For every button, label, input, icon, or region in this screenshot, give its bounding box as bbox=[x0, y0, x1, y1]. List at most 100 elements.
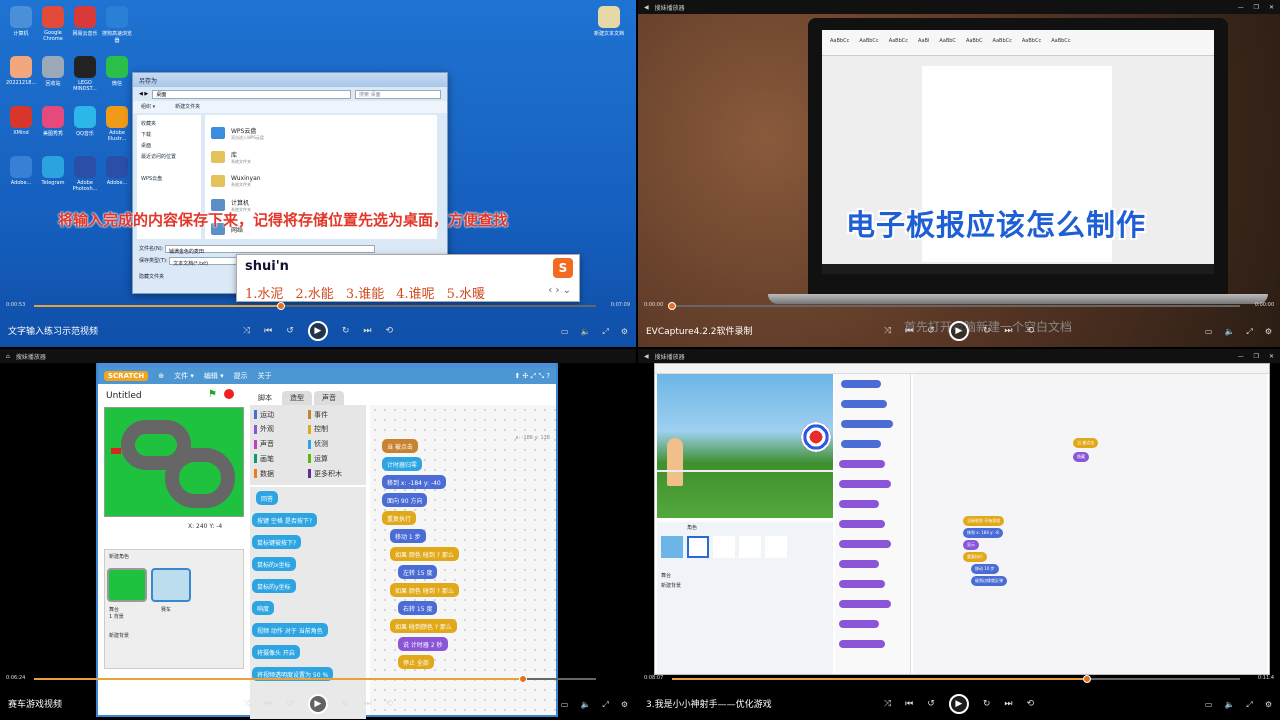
tab-sounds[interactable]: 声音 bbox=[314, 391, 344, 405]
search-input[interactable]: 搜索 桌面 bbox=[355, 89, 441, 99]
volume-icon[interactable]: 🔈 bbox=[580, 327, 590, 337]
script-area[interactable]: x: -186 y: 138 当 被点击 计时器归零 移到 x: -184 y: -… bbox=[370, 405, 556, 715]
block-category[interactable]: 声音 bbox=[254, 439, 308, 450]
script-block[interactable]: 面向 90 方向 bbox=[382, 493, 428, 507]
bow-thumb[interactable] bbox=[765, 536, 787, 558]
desktop-icon[interactable]: Telegram bbox=[38, 156, 68, 186]
progress-bar[interactable] bbox=[34, 675, 596, 683]
video-panel-archery[interactable]: ◀ 搜妹播放器 — ❐ ✕ 角色 舞台 新建背景 复制删除添加注释帮助renam… bbox=[638, 349, 1280, 720]
video-panel-racing[interactable]: ⌂ 搜妹播放器 Scratch 2 Offline Editor SCRATCH… bbox=[0, 349, 636, 720]
forward-icon[interactable]: ↻ bbox=[983, 326, 991, 336]
nav-item[interactable] bbox=[141, 163, 197, 174]
progress-knob[interactable] bbox=[277, 302, 286, 310]
palette-block[interactable]: 按键 空格 是否按下? bbox=[252, 513, 317, 527]
block-category[interactable]: 控制 bbox=[308, 424, 362, 435]
archer-thumb[interactable] bbox=[713, 536, 735, 558]
code-block[interactable]: 显示 bbox=[963, 540, 979, 550]
block-category[interactable]: 更多积木 bbox=[308, 468, 362, 479]
palette-block[interactable]: 响度 bbox=[252, 601, 275, 615]
settings-icon[interactable]: ⚙ bbox=[1265, 700, 1272, 710]
ime-page-arrows[interactable]: ‹ › ⌄ bbox=[548, 285, 571, 296]
style-preset[interactable]: AaBbCc bbox=[857, 38, 880, 47]
palette-block[interactable] bbox=[839, 620, 879, 628]
block-category[interactable]: 侦测 bbox=[308, 439, 362, 450]
screen-icon[interactable]: ▭ bbox=[1205, 327, 1213, 337]
script-block[interactable]: 停止 全部 bbox=[398, 655, 434, 669]
script-block[interactable]: 说 计时器 2 秒 bbox=[398, 637, 448, 651]
screen-icon[interactable]: ▭ bbox=[561, 327, 569, 337]
block-category[interactable]: 事件 bbox=[308, 409, 362, 420]
style-preset[interactable]: AaBbCc bbox=[1049, 38, 1072, 47]
block-category[interactable]: 数据 bbox=[254, 468, 308, 479]
desktop-icon[interactable]: Adobe... bbox=[6, 156, 36, 186]
nav-item[interactable]: WPS云盘 bbox=[141, 174, 197, 185]
progress-bar[interactable] bbox=[34, 302, 596, 310]
desktop-icon[interactable]: 20221218... bbox=[6, 56, 36, 86]
filename-field[interactable]: 辅满金色的麦田 bbox=[164, 244, 375, 255]
menu-tips[interactable]: 提示 bbox=[234, 371, 248, 381]
palette-block[interactable] bbox=[839, 540, 891, 548]
shuffle-icon[interactable]: ⤨ bbox=[884, 699, 891, 709]
progress-bar[interactable] bbox=[668, 302, 1240, 310]
block-category[interactable]: 外观 bbox=[254, 424, 308, 435]
palette-block[interactable] bbox=[841, 420, 893, 428]
desktop-icon[interactable]: 微信 bbox=[102, 56, 132, 87]
code-block[interactable]: 重复执行 bbox=[963, 552, 987, 562]
globe-icon[interactable]: ⊕ bbox=[158, 372, 164, 380]
desktop-icon[interactable]: Google Chrome bbox=[38, 6, 68, 42]
back-icon[interactable]: ◀ ▶ bbox=[139, 91, 148, 97]
desktop-icon[interactable]: Adobe Illustr... bbox=[102, 106, 132, 142]
palette-block[interactable] bbox=[841, 380, 881, 388]
nav-item[interactable]: 桌面 bbox=[141, 141, 197, 152]
desktop-icon[interactable]: 网易云音乐 bbox=[70, 6, 100, 37]
desktop-icon[interactable]: XMind bbox=[6, 106, 36, 136]
volume-icon[interactable]: 🔈 bbox=[1224, 700, 1234, 710]
style-preset[interactable]: AaBbCc bbox=[887, 38, 910, 47]
shuffle-icon[interactable]: ⤨ bbox=[243, 699, 250, 709]
project-title[interactable]: Untitled bbox=[106, 391, 142, 401]
next-icon[interactable]: ⏭ bbox=[1004, 326, 1012, 336]
desktop-icon[interactable]: QQ音乐 bbox=[70, 106, 100, 137]
progress-bar[interactable] bbox=[672, 675, 1240, 683]
script-block[interactable]: 如果 颜色 碰到 ? 那么 bbox=[390, 583, 459, 597]
desktop-icon[interactable]: LEGO MINDST... bbox=[70, 56, 100, 92]
settings-icon[interactable]: ⚙ bbox=[1265, 327, 1272, 337]
palette-block[interactable] bbox=[839, 480, 891, 488]
play-button[interactable]: ▶ bbox=[948, 694, 969, 714]
back-icon[interactable]: ◀ bbox=[644, 4, 649, 11]
prev-icon[interactable]: ⏮ bbox=[264, 326, 272, 336]
restore-icon[interactable]: ❐ bbox=[1254, 4, 1259, 11]
code-block[interactable]: 移动 10 步 bbox=[971, 564, 999, 574]
desktop-icon[interactable]: 美图秀秀 bbox=[38, 106, 68, 137]
minimize-icon[interactable]: — bbox=[1238, 353, 1244, 360]
settings-icon[interactable]: ⚙ bbox=[621, 700, 628, 710]
desktop-icon[interactable]: Adobe... bbox=[102, 156, 132, 186]
forward-icon[interactable]: ↻ bbox=[342, 699, 350, 709]
block-category[interactable]: 画笔 bbox=[254, 453, 308, 464]
menu-file[interactable]: 文件 ▾ bbox=[174, 371, 194, 381]
volume-icon[interactable]: 🔈 bbox=[1224, 327, 1234, 337]
replay-icon[interactable]: ↺ bbox=[286, 699, 294, 709]
next-icon[interactable]: ⏭ bbox=[1004, 699, 1012, 709]
style-preset[interactable]: AaBbCc bbox=[991, 38, 1014, 47]
home-icon[interactable]: ⌂ bbox=[6, 353, 10, 360]
loop-icon[interactable]: ⟲ bbox=[1026, 326, 1034, 336]
play-button[interactable]: ▶ bbox=[307, 321, 328, 341]
script-block[interactable]: 左转 15 度 bbox=[398, 565, 438, 579]
loop-icon[interactable]: ⟲ bbox=[1026, 699, 1034, 709]
arrow-thumb[interactable] bbox=[739, 536, 761, 558]
close-icon[interactable]: ✕ bbox=[1269, 353, 1274, 360]
file-item[interactable]: Wuxinyan 系统文件夹 bbox=[211, 169, 431, 193]
prev-icon[interactable]: ⏮ bbox=[905, 699, 913, 709]
next-icon[interactable]: ⏭ bbox=[363, 326, 371, 336]
desktop-icon[interactable]: 搜狗高速浏览器 bbox=[102, 6, 132, 44]
shuffle-icon[interactable]: ⤨ bbox=[884, 326, 891, 336]
minimize-icon[interactable]: — bbox=[1238, 4, 1244, 11]
desktop-icon[interactable]: Adobe Photosh... bbox=[70, 156, 100, 192]
palette-block[interactable]: 鼠标的x坐标 bbox=[252, 557, 296, 571]
code-area[interactable]: 复制删除添加注释帮助rename broadcast整理积木撤销删除所选积木 当… bbox=[913, 374, 1267, 674]
restore-icon[interactable]: ❐ bbox=[1254, 353, 1259, 360]
palette-block[interactable] bbox=[839, 580, 885, 588]
stage-thumb[interactable] bbox=[107, 568, 147, 602]
palette-block[interactable] bbox=[839, 600, 891, 608]
